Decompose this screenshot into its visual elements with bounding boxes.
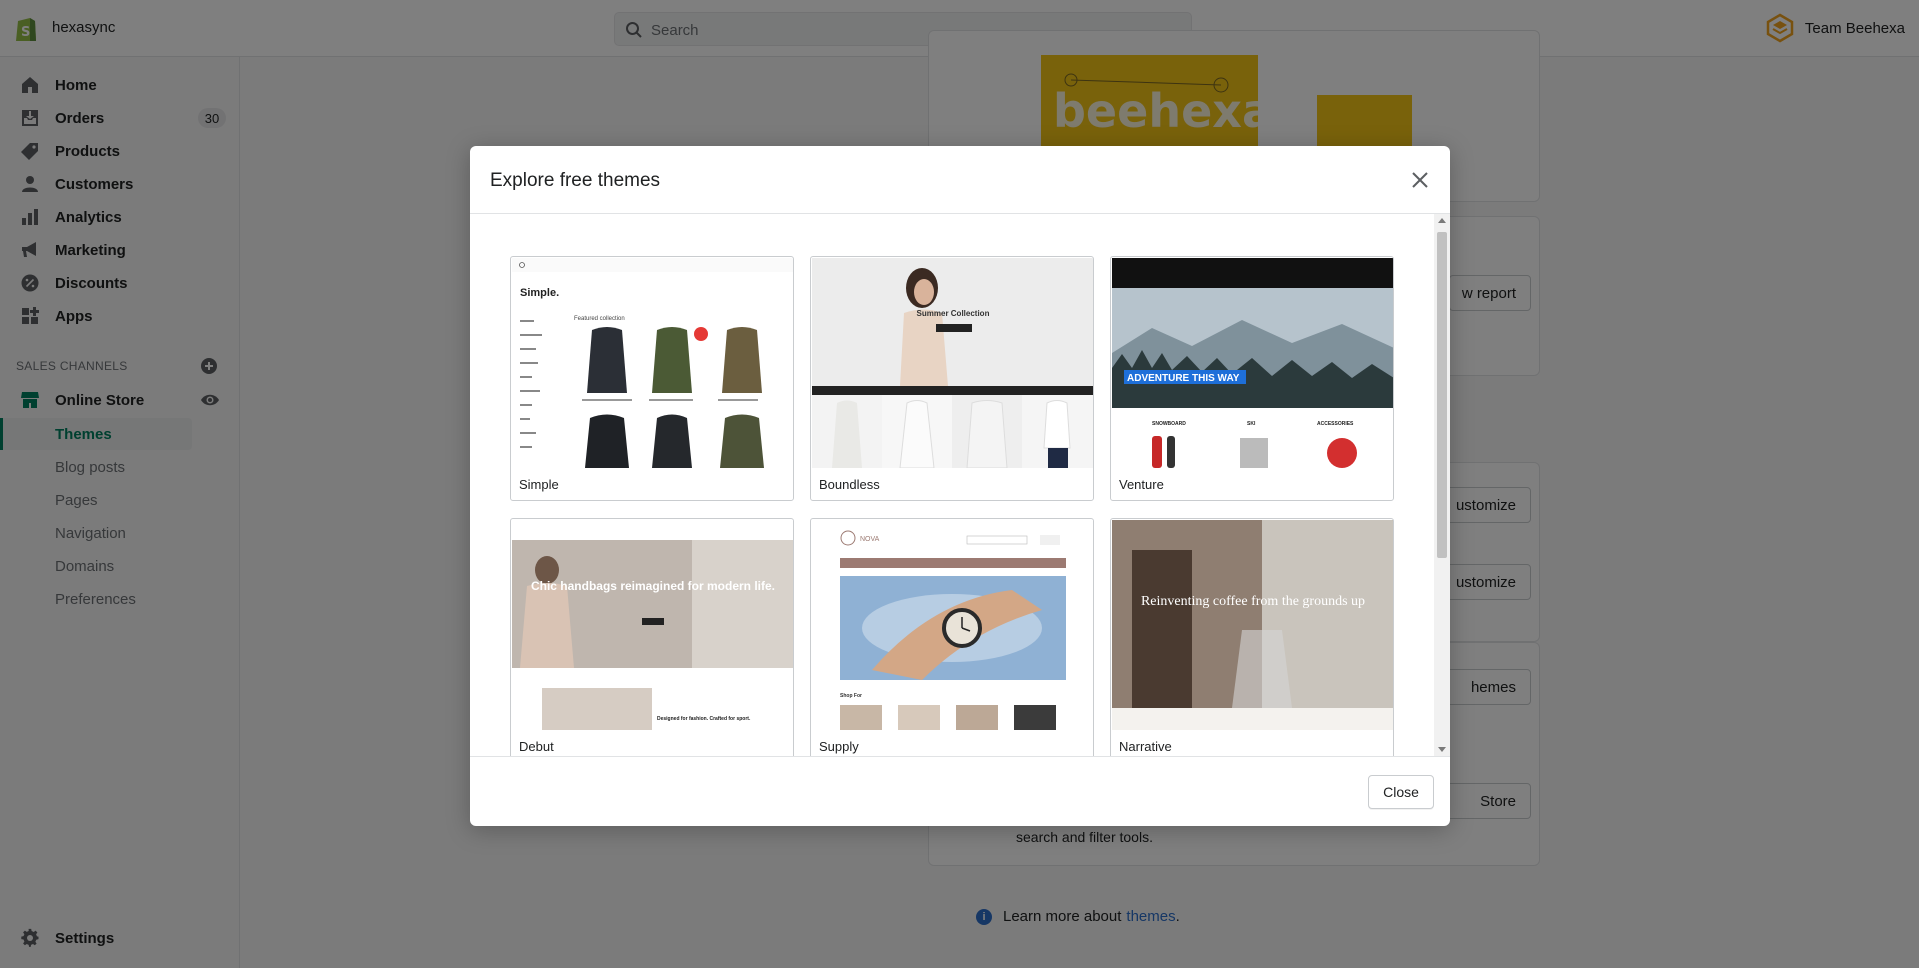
- modal-footer: Close: [470, 756, 1450, 826]
- simple-hero-title: Simple.: [520, 287, 559, 299]
- venture-hero-title: ADVENTURE THIS WAY: [1127, 373, 1240, 384]
- explore-themes-modal: Explore free themes Simple. Featured col…: [470, 146, 1450, 826]
- theme-card-simple[interactable]: Simple. Featured collection Simple: [510, 256, 794, 501]
- modal-header: Explore free themes: [470, 146, 1450, 214]
- venture-category: SNOWBOARD: [1152, 421, 1186, 427]
- scroll-up-arrow-icon[interactable]: [1438, 218, 1446, 223]
- debut-theme-thumbnail: Chic handbags reimagined for modern life…: [512, 520, 793, 730]
- supply-theme-thumbnail: NOVA Shop For: [812, 520, 1093, 730]
- modal-title: Explore free themes: [490, 170, 661, 191]
- theme-card-narrative[interactable]: Reinventing coffee from the grounds up N…: [1110, 518, 1394, 756]
- supply-section-title: Shop For: [840, 693, 862, 699]
- simple-featured-label: Featured collection: [574, 316, 625, 322]
- venture-category: SKI: [1247, 421, 1256, 427]
- narrative-hero-title: Reinventing coffee from the grounds up: [1141, 594, 1365, 609]
- theme-name: Narrative: [1119, 739, 1172, 754]
- close-icon[interactable]: [1408, 168, 1432, 192]
- theme-name: Debut: [519, 739, 554, 754]
- theme-card-debut[interactable]: Chic handbags reimagined for modern life…: [510, 518, 794, 756]
- venture-theme-thumbnail: ADVENTURE THIS WAY SNOWBOARD SKI ACCESSO…: [1112, 258, 1393, 468]
- theme-card-boundless[interactable]: Summer Collection Boundless: [810, 256, 1094, 501]
- boundless-theme-thumbnail: Summer Collection: [812, 258, 1093, 468]
- themes-grid: Simple. Featured collection Simple Summe…: [470, 214, 1450, 756]
- theme-card-venture[interactable]: ADVENTURE THIS WAY SNOWBOARD SKI ACCESSO…: [1110, 256, 1394, 501]
- close-button[interactable]: Close: [1368, 775, 1434, 809]
- theme-name: Boundless: [819, 477, 880, 492]
- debut-tagline: Designed for fashion. Crafted for sport.: [657, 716, 751, 722]
- theme-name: Supply: [819, 739, 859, 754]
- modal-scrollbar[interactable]: [1434, 214, 1450, 756]
- debut-hero-title: Chic handbags reimagined for modern life…: [531, 579, 775, 593]
- venture-category: ACCESSORIES: [1317, 421, 1354, 427]
- scrollbar-thumb[interactable]: [1437, 232, 1447, 558]
- theme-name: Venture: [1119, 477, 1164, 492]
- scroll-down-arrow-icon[interactable]: [1438, 747, 1446, 752]
- theme-card-supply[interactable]: NOVA Shop For Supply: [810, 518, 1094, 756]
- simple-theme-thumbnail: Simple. Featured collection: [512, 258, 793, 468]
- theme-name: Simple: [519, 477, 559, 492]
- supply-brand: NOVA: [860, 536, 880, 543]
- boundless-hero-title: Summer Collection: [917, 309, 990, 318]
- narrative-theme-thumbnail: Reinventing coffee from the grounds up: [1112, 520, 1393, 730]
